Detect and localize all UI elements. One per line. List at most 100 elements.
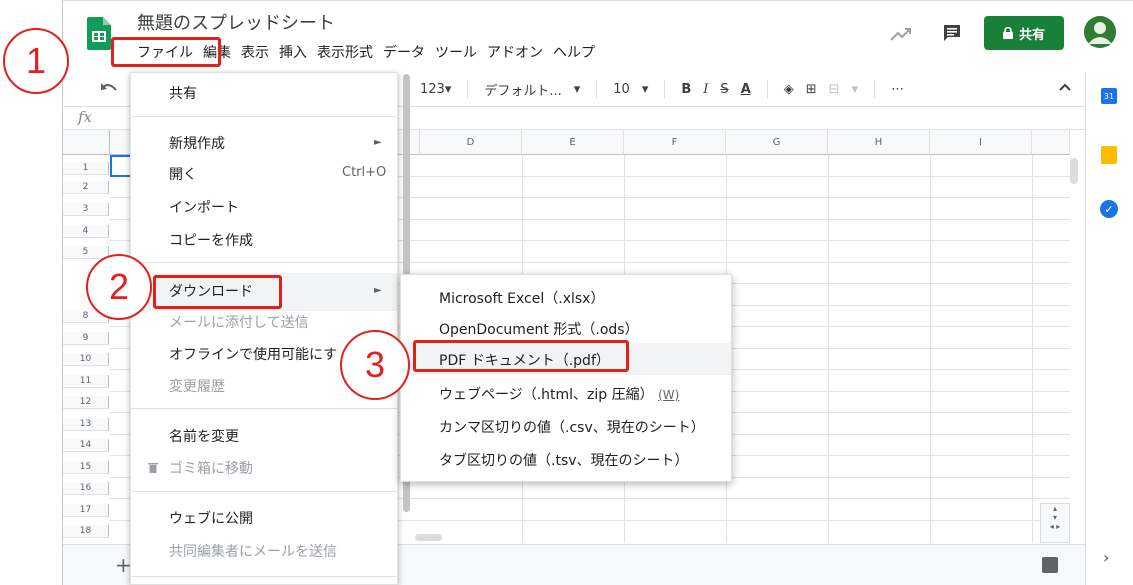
more-tools-button[interactable]: ⋯ — [885, 82, 910, 97]
horizontal-scrollbar[interactable] — [415, 534, 442, 541]
trending-icon[interactable] — [890, 26, 912, 42]
download-html[interactable]: ウェブページ（.html、zip 圧縮） (W) — [439, 384, 679, 404]
trash-icon — [148, 463, 158, 473]
menu-divider — [131, 116, 397, 117]
download-tsv[interactable]: タブ区切りの値（.tsv、現在のシート） — [439, 450, 689, 470]
row-header[interactable]: 14 — [63, 439, 109, 452]
scroll-up-icon[interactable]: ▴ — [1041, 504, 1069, 513]
menu-divider — [131, 408, 397, 409]
menu-item-make-copy[interactable]: コピーを作成 — [169, 230, 253, 250]
download-html-label: ウェブページ（.html、zip 圧縮） — [439, 387, 654, 403]
text-color-button[interactable]: A — [735, 82, 757, 97]
undo-icon[interactable] — [100, 80, 118, 96]
menu-divider — [131, 262, 397, 263]
menu-item-email-attachment[interactable]: メールに添付して送信 — [169, 312, 309, 332]
row-header[interactable]: 12 — [63, 396, 109, 409]
font-dropdown-arrow-icon[interactable]: ▾ — [568, 82, 587, 97]
menu-item-rename[interactable]: 名前を変更 — [169, 426, 239, 446]
row-header[interactable]: 5 — [63, 246, 109, 259]
share-button[interactable]: 共有 — [984, 16, 1064, 50]
column-header-i[interactable]: I — [930, 130, 1032, 155]
row-header[interactable]: 18 — [63, 525, 109, 538]
row-header[interactable]: 4 — [63, 225, 109, 238]
menu-item-open[interactable]: 開く — [169, 164, 197, 184]
merge-dropdown-arrow-icon[interactable]: ▾ — [846, 82, 865, 97]
font-size-arrow-icon[interactable]: ▾ — [636, 82, 655, 97]
row-header[interactable]: 10 — [63, 353, 109, 366]
chevron-up-icon[interactable] — [1058, 82, 1072, 92]
row-header[interactable]: 3 — [63, 203, 109, 216]
open-shortcut: Ctrl+O — [342, 165, 387, 180]
menu-tools[interactable]: ツール — [435, 42, 477, 64]
row-header[interactable]: 13 — [63, 418, 109, 431]
menu-format[interactable]: 表示形式 — [317, 42, 373, 64]
column-header-g[interactable]: G — [726, 130, 828, 155]
fill-color-icon[interactable]: ◈ — [778, 82, 800, 97]
menu-item-email-collaborators[interactable]: 共同編集者にメールを送信 — [169, 541, 337, 561]
menu-item-offline[interactable]: オフラインで使用可能にす — [169, 344, 337, 364]
font-size-select[interactable]: 10 — [607, 82, 636, 97]
column-header-f[interactable]: F — [624, 130, 726, 155]
download-csv[interactable]: カンマ区切りの値（.csv、現在のシート） — [439, 417, 705, 437]
row-header[interactable]: 16 — [63, 482, 109, 495]
download-xlsx[interactable]: Microsoft Excel（.xlsx） — [439, 288, 604, 308]
borders-icon[interactable]: ⊞ — [800, 82, 823, 97]
annotation-box-pdf — [413, 340, 629, 372]
menu-item-new[interactable]: 新規作成 — [169, 133, 225, 153]
tasks-icon[interactable]: ✓ — [1100, 200, 1118, 218]
row-header[interactable]: 1 — [63, 162, 109, 175]
scroll-arrows[interactable]: ▴ ▾ ◂ ▸ — [1040, 503, 1070, 543]
column-header-extra[interactable] — [1032, 130, 1070, 155]
sheets-logo-icon[interactable] — [87, 17, 111, 50]
vertical-scrollbar[interactable] — [1070, 158, 1078, 184]
menu-item-move-to-trash[interactable]: ゴミ箱に移動 — [169, 458, 253, 478]
row-header[interactable]: 9 — [63, 332, 109, 345]
fx-icon: fx — [78, 108, 93, 126]
menu-data[interactable]: データ — [383, 42, 425, 64]
grid-line — [1032, 155, 1033, 543]
bold-button[interactable]: B — [675, 82, 697, 97]
strikethrough-button[interactable]: S — [714, 82, 734, 97]
row-header[interactable]: 2 — [63, 181, 109, 194]
toolbar-divider — [596, 80, 598, 98]
menu-addons[interactable]: アドオン — [487, 42, 543, 64]
column-header-d[interactable]: D — [420, 130, 522, 155]
menu-divider — [131, 491, 397, 492]
toolbar-divider — [874, 80, 876, 98]
number-format-button[interactable]: 123▾ — [414, 82, 457, 97]
font-family-select[interactable]: デフォルト... — [478, 80, 567, 99]
italic-button[interactable]: I — [697, 82, 714, 97]
row-header[interactable]: 15 — [63, 461, 109, 474]
keep-icon[interactable] — [1101, 146, 1117, 164]
selected-cell[interactable] — [110, 155, 132, 177]
comment-icon[interactable] — [942, 23, 962, 43]
menu-view[interactable]: 表示 — [241, 42, 269, 64]
column-header-e[interactable]: E — [522, 130, 624, 155]
menu-divider — [131, 576, 397, 577]
select-all-corner[interactable] — [63, 130, 110, 155]
avatar[interactable] — [1084, 16, 1116, 48]
toolbar-divider — [467, 80, 469, 98]
grid-line — [828, 155, 829, 543]
menu-item-share[interactable]: 共有 — [169, 83, 197, 103]
calendar-icon[interactable]: 31 — [1101, 88, 1117, 104]
row-header[interactable]: 11 — [63, 375, 109, 388]
merge-cells-icon[interactable]: ⊟ — [823, 82, 846, 97]
download-ods[interactable]: OpenDocument 形式（.ods） — [439, 319, 639, 339]
scroll-lr-icon[interactable]: ◂ ▸ — [1041, 522, 1069, 531]
menu-item-publish[interactable]: ウェブに公開 — [169, 508, 253, 528]
explore-icon[interactable] — [1042, 557, 1058, 573]
row-header[interactable]: 17 — [63, 504, 109, 517]
toolbar-tools: 123▾ デフォルト... ▾ 10 ▾ B I S A ◈ ⊞ ⊟ ▾ ⋯ — [414, 78, 910, 100]
menu-item-version-history[interactable]: 変更履歴 — [169, 376, 225, 396]
scroll-down-icon[interactable]: ▾ — [1041, 513, 1069, 522]
submenu-arrow-icon: ► — [374, 137, 382, 148]
menu-insert[interactable]: 挿入 — [279, 42, 307, 64]
menu-item-import[interactable]: インポート — [169, 197, 239, 217]
submenu-arrow-icon: ► — [374, 285, 382, 296]
menu-help[interactable]: ヘルプ — [553, 42, 595, 64]
document-title[interactable]: 無題のスプレッドシート — [137, 9, 335, 35]
chevron-right-icon[interactable]: › — [1103, 548, 1109, 567]
annotation-step-2: 2 — [86, 254, 152, 320]
column-header-h[interactable]: H — [828, 130, 930, 155]
